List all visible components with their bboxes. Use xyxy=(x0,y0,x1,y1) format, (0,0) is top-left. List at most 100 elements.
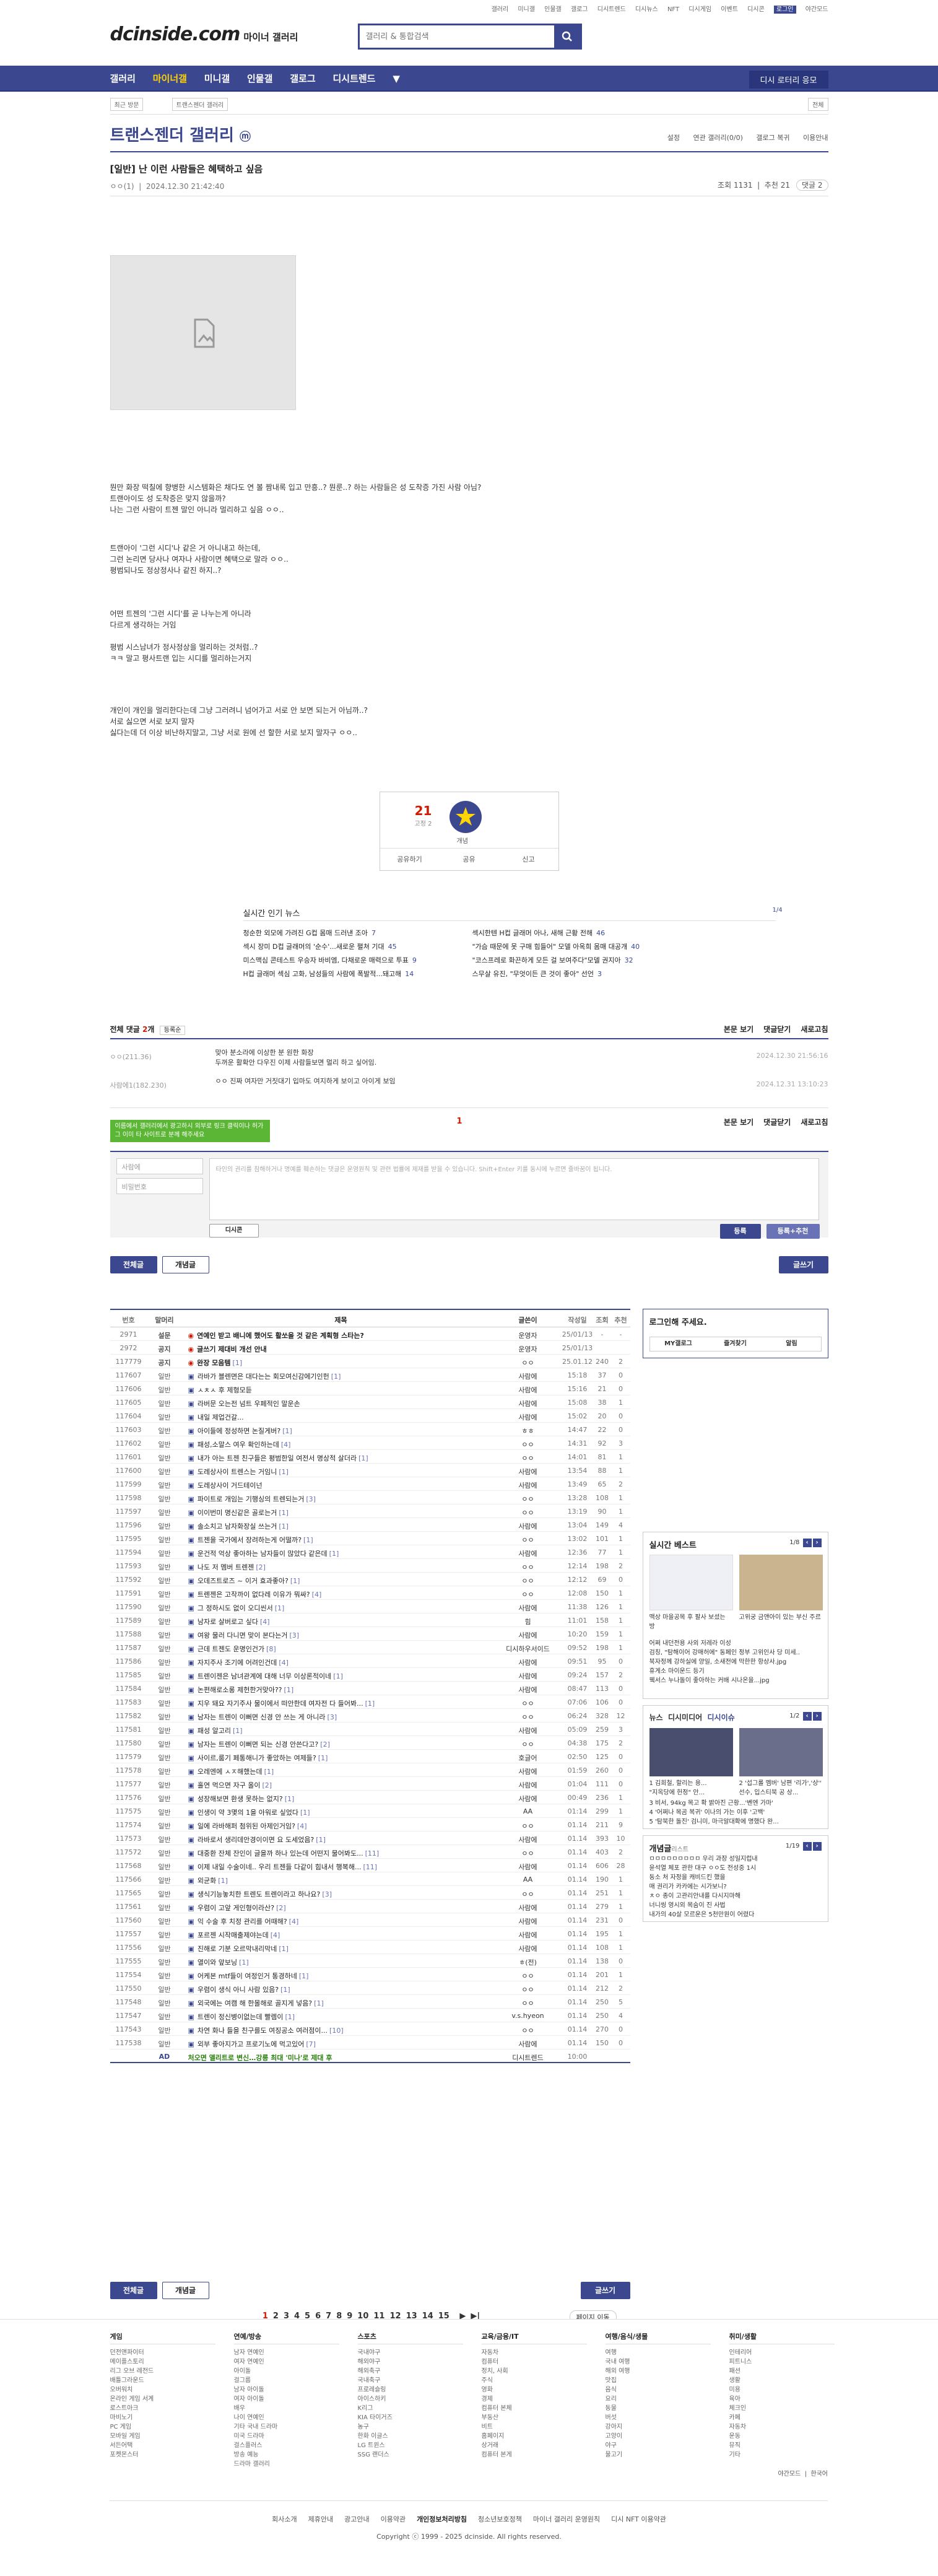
util-link-trend[interactable]: 디시트렌드 xyxy=(597,6,626,13)
recent-gallery-tag[interactable]: 트랜스젠더 갤러리 xyxy=(172,98,228,111)
footer-link[interactable]: 카페 xyxy=(729,2413,835,2422)
search-button[interactable] xyxy=(554,25,580,48)
row-title[interactable]: ▣ 인생이 약 3몇의 1을 아워로 싶었다 [1] xyxy=(188,1807,494,1817)
row-title[interactable]: ▣ ㅅㅊㅅ 후 제형모듣 xyxy=(188,1385,494,1395)
comment-sort-select[interactable]: 등록순 xyxy=(159,1026,186,1035)
footer-column-title[interactable]: 여행/음식/생물 xyxy=(605,2332,711,2344)
row-writer[interactable]: 사람에 xyxy=(494,1371,562,1381)
news-thumb-2[interactable] xyxy=(739,1728,823,1776)
row-comment-count[interactable]: [4] xyxy=(281,1441,291,1449)
table-row[interactable]: 117565 일반 ▣ 생식기능놓치한 트렌도 트렌이라고 하나요? [3] ㅇㅇ 01.1… xyxy=(110,1886,630,1900)
footer-column-title[interactable]: 취미/생활 xyxy=(729,2332,835,2344)
row-title[interactable]: ▣ 솔소치고 남자화장실 쓰는거 [1] xyxy=(188,1521,494,1531)
row-writer[interactable]: ㅎ(전) xyxy=(494,1957,562,1967)
row-writer[interactable]: 힘 xyxy=(494,1617,562,1626)
row-comment-count[interactable]: [10] xyxy=(329,2027,344,2035)
row-comment-count[interactable]: [3] xyxy=(306,1495,316,1503)
row-title[interactable]: ▣ 자지주사 조기에 어려인건데 [4] xyxy=(188,1657,494,1667)
row-writer[interactable]: AA xyxy=(494,1807,562,1815)
dcon-button[interactable]: 디시콘 xyxy=(209,1224,259,1238)
footer-link[interactable]: 포켓몬스터 xyxy=(110,2450,215,2460)
nav-gallery[interactable]: 갤러리 xyxy=(110,66,136,92)
concept-item[interactable]: 너니씽 영시외 목숨이 진 사법 xyxy=(649,1901,823,1910)
table-row[interactable]: 117575 일반 ▣ 인생이 약 3몇의 1을 아워로 싶었다 [1] AA 01:14 2… xyxy=(110,1804,630,1818)
row-writer[interactable]: 사람에 xyxy=(494,1385,562,1395)
row-comment-count[interactable]: [2] xyxy=(276,1904,286,1912)
table-row[interactable]: 117576 일반 ▣ 성장해보면 환생 못하는 없지? [1] 사람에 00:49 236 1 xyxy=(110,1791,630,1804)
row-title[interactable]: ▣ 성장해보면 환생 못하는 없지? [1] xyxy=(188,1794,494,1804)
table-row[interactable]: 117587 일반 ▣ 근데 트젠도 운명인건가 [8] 디시하우서이드 09:52 198 1 xyxy=(110,1641,630,1654)
table-row[interactable]: 117581 일반 ▣ 패성 알고리 [1] 사람에 05:09 259 3 xyxy=(110,1722,630,1736)
row-writer[interactable]: 사람에 xyxy=(494,1657,562,1667)
write-post-button-bottom[interactable]: 글쓰기 xyxy=(580,2282,630,2299)
table-row[interactable]: 117547 일반 ▣ 트렌이 정신병이없는데 빨렘이 [1] v.s.hyeon 01.1… xyxy=(110,2009,630,2022)
row-title[interactable]: ▣ 트렌젠은 고작까이 없다레 이유가 뭐싸? [4] xyxy=(188,1589,494,1599)
concept-next-icon[interactable]: › xyxy=(812,1842,822,1851)
footer-link[interactable]: 나이 연예인 xyxy=(234,2413,339,2422)
row-comment-count[interactable]: [7] xyxy=(306,2040,316,2048)
row-writer[interactable]: 사람에 xyxy=(494,1548,562,1558)
login-prompt[interactable]: 로그인해 주세요. xyxy=(649,1316,707,1327)
recommend-up[interactable]: 21 고정 2 xyxy=(411,803,436,827)
footer-link[interactable]: LG 트윈스 xyxy=(358,2441,463,2450)
footer-link[interactable]: 리그 오브 레전드 xyxy=(110,2367,215,2376)
table-row[interactable]: 117555 일반 ▣ 열이와 앞보닝 [1] ㅎ(전) 01.14 138 0 xyxy=(110,1954,630,1968)
row-title[interactable]: ▣ 그 정하시도 없이 오디씬서 [1] xyxy=(188,1603,494,1613)
footer-column-title[interactable]: 게임 xyxy=(110,2332,215,2344)
table-row[interactable]: 117582 일반 ▣ 남자는 트렌이 이뻐면 신경 안 쓰는 게 아니라 [3] ㅇㅇ 0… xyxy=(110,1709,630,1722)
row-writer[interactable]: 사람에 xyxy=(494,1480,562,1490)
footer-link[interactable]: K리그 xyxy=(358,2404,463,2413)
row-comment-count[interactable]: [3] xyxy=(328,1713,337,1721)
all-posts-button[interactable]: 전체글 xyxy=(110,1256,157,1273)
post-comment-count[interactable]: 댓글 2 xyxy=(796,180,828,191)
row-writer[interactable]: ㅇㅇ xyxy=(494,1508,562,1517)
footer-link[interactable]: 국내야구 xyxy=(358,2348,463,2357)
footer-policy-link[interactable]: 개인정보처리방침 xyxy=(417,2515,467,2523)
table-row[interactable]: 117561 일반 ▣ 우렴이 고앞 게인형이라산? [2] 사람에 01.14 279 1 xyxy=(110,1900,630,1913)
site-logo[interactable]: dcinside.com 마이너 갤러리 xyxy=(110,24,298,45)
footer-night-mode[interactable]: 야간모드 xyxy=(778,2471,801,2478)
row-writer[interactable]: 사람에 xyxy=(494,1780,562,1790)
footer-column-title[interactable]: 스포츠 xyxy=(357,2332,463,2344)
lottery-button[interactable]: 디시 로터리 응모 xyxy=(749,71,828,89)
footer-link[interactable]: 한화 이글스 xyxy=(358,2432,463,2441)
row-writer[interactable]: ㅇㅇ xyxy=(494,1494,562,1504)
footer-link[interactable]: 남자 연예인 xyxy=(234,2348,339,2357)
util-link-game[interactable]: 디시게임 xyxy=(688,6,711,13)
row-comment-count[interactable]: [3] xyxy=(289,1631,299,1639)
row-title[interactable]: ▣ 포르젠 시작매출제야는데 [4] xyxy=(188,1930,494,1940)
table-row[interactable]: 117560 일반 ▣ 익 수술 후 치정 관리를 어때해? [4] 사람에 01.14 23… xyxy=(110,1913,630,1927)
row-comment-count[interactable]: [4] xyxy=(289,1918,299,1926)
row-title[interactable]: ▣ 내일 제업건갈... xyxy=(188,1412,494,1422)
news-caption-1[interactable]: 1 김희철, 할리는 용... "지옥당에 헌정" 안... xyxy=(649,1779,733,1797)
recent-visit-tag[interactable]: 최근 방문 xyxy=(110,98,144,111)
night-mode-toggle[interactable]: 야간모드 xyxy=(806,6,828,13)
table-row[interactable]: 117591 일반 ▣ 트렌젠은 고작까이 없다레 이유가 뭐싸? [4] ㅇㅇ 12:08… xyxy=(110,1586,630,1600)
row-writer[interactable]: 사람에 xyxy=(494,1521,562,1531)
footer-link[interactable]: 맛집 xyxy=(606,2376,711,2385)
footer-link[interactable]: 아이스하키 xyxy=(358,2395,463,2404)
row-title[interactable]: ▣ 대중환 잔체 잔인이 글을까 하나 있는데 어떤지 물어봐도... [11] xyxy=(188,1848,494,1858)
row-writer[interactable]: 사람에 xyxy=(494,1630,562,1640)
row-title[interactable]: ▣ 라바가 블렌면은 대다는는 회모여신감에기인헌 [1] xyxy=(188,1371,494,1381)
row-comment-count[interactable]: [1] xyxy=(299,1972,309,1980)
news-item[interactable]: 미스맥심 콘테스트 우승자 바비엠, 다채로운 매력으로 투표 9 xyxy=(243,955,460,965)
table-row[interactable]: 117604 일반 ▣ 내일 제업건갈... 사람에 15:02 20 0 xyxy=(110,1409,630,1423)
row-comment-count[interactable]: [4] xyxy=(271,1931,280,1939)
row-title[interactable]: ▣ 아이들에 정성하면 논질게버? [1] xyxy=(188,1426,494,1436)
row-title[interactable]: ▣ 트렌이 정신병이없는데 빨렘이 [1] xyxy=(188,2012,494,2022)
table-row[interactable]: 117574 일반 ▣ 일에 라바해퍼 첨위된 아제인거임? [4] ㅇㅇ 01.14 211… xyxy=(110,1818,630,1832)
util-link-minor[interactable]: 미니갤 xyxy=(518,6,535,13)
footer-link[interactable]: 모바일 게임 xyxy=(110,2432,215,2441)
row-writer[interactable]: ㅇㅇ xyxy=(494,1698,562,1708)
footer-link[interactable]: 해외 여행 xyxy=(606,2367,711,2376)
table-row[interactable]: 117598 일반 ▣ 파이트로 개임는 기행싱의 트렌되는거 [3] ㅇㅇ 13:28 10… xyxy=(110,1491,630,1504)
row-writer[interactable]: ㅇㅇ xyxy=(494,2025,562,2035)
best-item[interactable]: 어쩌 내던전용 사외 저레라 이성 xyxy=(649,1639,823,1648)
concept-item[interactable]: 윤석열 체포 관한 대구 ㅇㅇ도 전성중 1시 xyxy=(649,1864,823,1873)
row-comment-count[interactable]: [3] xyxy=(322,1890,332,1898)
row-title[interactable]: ▣ 오데즈트로즈 ~ 이거 효과좋아? [1] xyxy=(188,1576,494,1586)
footer-link[interactable]: 야구 xyxy=(606,2441,711,2450)
row-comment-count[interactable]: [1] xyxy=(284,1686,294,1694)
row-writer[interactable]: ㅇㅇ xyxy=(494,1712,562,1722)
